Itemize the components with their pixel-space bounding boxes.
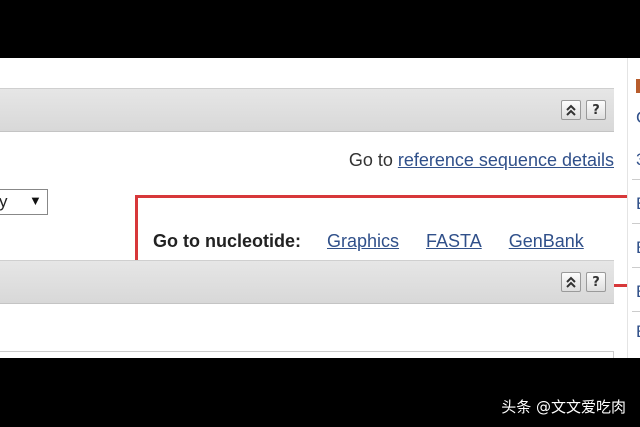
dropdown-arrow-icon: ▼ — [29, 193, 42, 208]
goto-prefix: Go to — [348, 150, 393, 170]
top-letterbox — [0, 0, 640, 58]
section-header: ? — [0, 260, 614, 304]
sidebar-item[interactable]: E — [636, 238, 640, 258]
divider — [632, 311, 640, 312]
divider — [632, 223, 640, 224]
genbank-link[interactable]: GenBank — [509, 231, 584, 252]
divider — [632, 267, 640, 268]
divider — [632, 179, 640, 180]
nucleotide-links: Go to nucleotide: Graphics FASTA GenBank — [153, 231, 584, 252]
graphics-link[interactable]: Graphics — [327, 231, 399, 252]
double-chevron-up-icon — [566, 104, 576, 116]
help-icon: ? — [592, 274, 600, 290]
help-button[interactable]: ? — [586, 100, 606, 120]
sidebar-item[interactable]: 3 — [636, 150, 640, 170]
help-icon: ? — [592, 102, 600, 118]
section-header: ? — [0, 88, 614, 132]
sidebar-item[interactable]: E — [636, 194, 640, 214]
page-content: ? Go to reference sequence details y ▼ G… — [0, 58, 640, 358]
sidebar-item[interactable]: E — [636, 282, 640, 302]
sidebar-marker — [636, 79, 640, 93]
section-content — [0, 351, 614, 358]
help-button[interactable]: ? — [586, 272, 606, 292]
collapse-button[interactable] — [561, 272, 581, 292]
reference-goto: Go to reference sequence details — [349, 150, 614, 171]
double-chevron-up-icon — [566, 276, 576, 288]
sidebar-item[interactable]: C — [636, 108, 640, 128]
goto-nucleotide-label: Go to nucleotide: — [153, 231, 301, 251]
reference-sequence-details-link[interactable]: reference sequence details — [398, 150, 614, 170]
select-value: y — [0, 192, 8, 211]
sidebar-item[interactable]: E — [636, 322, 640, 342]
collapse-button[interactable] — [561, 100, 581, 120]
watermark-text: 头条 @文文爱吃肉 — [501, 398, 626, 416]
view-select[interactable]: y ▼ — [0, 189, 48, 215]
fasta-link[interactable]: FASTA — [426, 231, 482, 252]
